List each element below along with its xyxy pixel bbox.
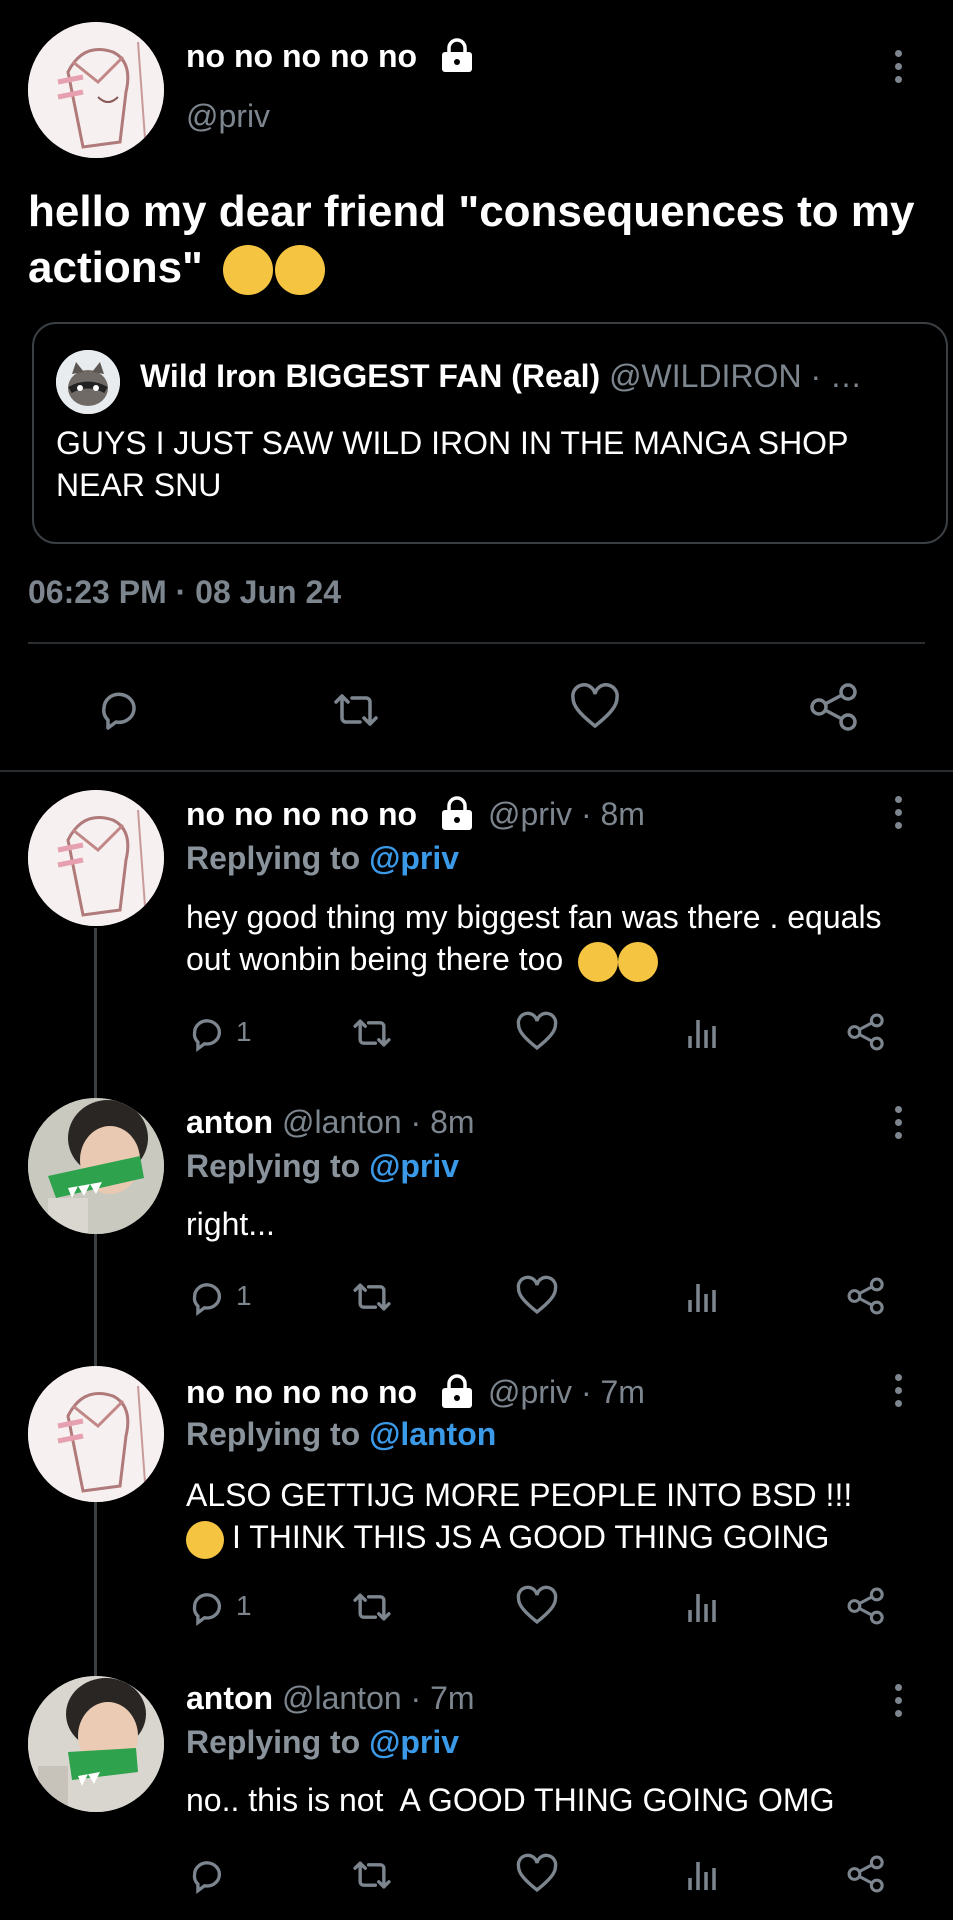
- eye-roll-emoji: [215, 243, 326, 296]
- sketch-character-avatar-icon: [28, 1366, 164, 1502]
- reply-display-name[interactable]: no no no no no: [186, 796, 417, 832]
- person-crocodile-avatar-icon: [28, 1676, 164, 1812]
- share-icon[interactable]: [808, 682, 860, 732]
- thread-line: [94, 928, 97, 1676]
- main-tweet-text: hello my dear friend "consequences to my…: [28, 184, 928, 296]
- share-icon[interactable]: [846, 1012, 886, 1052]
- views-icon[interactable]: [686, 1278, 718, 1314]
- more-options-icon[interactable]: [893, 1106, 903, 1139]
- lock-icon: [442, 38, 472, 72]
- lock-icon: [442, 1374, 472, 1408]
- quoted-handle[interactable]: @WILDIRON: [609, 358, 801, 394]
- reply-text: hey good thing my biggest fan was there …: [186, 896, 906, 982]
- reply-display-name[interactable]: anton: [186, 1104, 273, 1140]
- reply-handle-time[interactable]: @priv · 8m: [488, 796, 645, 833]
- share-icon[interactable]: [846, 1854, 886, 1894]
- reply-icon[interactable]: [188, 1856, 226, 1894]
- like-icon[interactable]: [516, 1011, 558, 1052]
- reply-header: anton @lanton · 7m: [186, 1680, 475, 1717]
- reply-count: 1: [236, 1016, 252, 1047]
- like-icon[interactable]: [516, 1275, 558, 1316]
- quoted-avatar: [56, 350, 120, 414]
- share-icon[interactable]: [846, 1276, 886, 1316]
- replying-to: Replying to @priv: [186, 840, 459, 876]
- lock-icon: [442, 796, 472, 830]
- retweet-icon[interactable]: [350, 1588, 394, 1626]
- person-crocodile-avatar-icon: [28, 1098, 164, 1234]
- more-options-icon[interactable]: [893, 50, 903, 83]
- reply-handle-time[interactable]: @priv · 7m: [488, 1374, 645, 1411]
- main-display-name[interactable]: no no no no no: [186, 38, 417, 75]
- reply-avatar[interactable]: [28, 790, 164, 926]
- quoted-display-name[interactable]: Wild Iron BIGGEST FAN (Real): [140, 358, 600, 394]
- sketch-character-avatar-icon: [28, 790, 164, 926]
- raccoon-avatar-icon: [56, 350, 120, 414]
- like-icon[interactable]: [516, 1585, 558, 1626]
- reply-icon[interactable]: [188, 1278, 226, 1316]
- replying-handle-link[interactable]: @priv: [369, 840, 459, 876]
- retweet-icon[interactable]: [350, 1014, 394, 1052]
- replying-to: Replying to @lanton: [186, 1416, 497, 1452]
- zany-face-emoji: [572, 941, 659, 982]
- retweet-icon[interactable]: [330, 688, 382, 732]
- quoted-tweet-card[interactable]: Wild Iron BIGGEST FAN (Real) @WILDIRON ·…: [32, 322, 948, 544]
- views-icon[interactable]: [686, 1014, 718, 1050]
- reply-display-name[interactable]: no no no no no: [186, 1374, 417, 1410]
- section-divider: [0, 770, 953, 772]
- reply-avatar[interactable]: [28, 1366, 164, 1502]
- sketch-character-avatar-icon: [28, 22, 164, 158]
- replying-handle-link[interactable]: @lanton: [369, 1416, 496, 1452]
- reply-handle-time[interactable]: @lanton · 7m: [282, 1680, 475, 1716]
- replying-to: Replying to @priv: [186, 1148, 459, 1184]
- share-icon[interactable]: [846, 1586, 886, 1626]
- reply-avatar[interactable]: [28, 1098, 164, 1234]
- more-options-icon[interactable]: [893, 1374, 903, 1407]
- more-options-icon[interactable]: [893, 796, 903, 829]
- main-timestamp[interactable]: 06:23 PM · 08 Jun 24: [28, 574, 341, 611]
- reply-count: 1: [236, 1280, 252, 1311]
- more-options-icon[interactable]: [893, 1684, 903, 1717]
- divider: [28, 642, 925, 644]
- views-icon[interactable]: [686, 1856, 718, 1892]
- reply-handle-time[interactable]: @lanton · 8m: [282, 1104, 475, 1140]
- reply-avatar[interactable]: [28, 1676, 164, 1812]
- party-face-emoji: [186, 1519, 232, 1559]
- reply-header: no no no no no: [186, 796, 417, 833]
- reply-icon[interactable]: [188, 1014, 226, 1052]
- quoted-separator: · …: [810, 358, 862, 394]
- like-icon[interactable]: [516, 1853, 558, 1894]
- replying-handle-link[interactable]: @priv: [369, 1148, 459, 1184]
- reply-icon[interactable]: [96, 686, 142, 732]
- reply-text: no.. this is not A GOOD THING GOING OMG: [186, 1782, 835, 1818]
- main-handle[interactable]: @priv: [186, 98, 270, 135]
- quoted-text: GUYS I JUST SAW WILD IRON IN THE MANGA S…: [56, 425, 848, 503]
- reply-header: anton @lanton · 8m: [186, 1104, 475, 1141]
- main-avatar[interactable]: [28, 22, 164, 158]
- replying-to: Replying to @priv: [186, 1724, 459, 1760]
- reply-text: right...: [186, 1206, 275, 1242]
- views-icon[interactable]: [686, 1588, 718, 1624]
- reply-icon[interactable]: [188, 1588, 226, 1626]
- retweet-icon[interactable]: [350, 1278, 394, 1316]
- like-icon[interactable]: [570, 683, 620, 730]
- retweet-icon[interactable]: [350, 1856, 394, 1894]
- reply-header: no no no no no: [186, 1374, 417, 1411]
- reply-text: ALSO GETTIJG MORE PEOPLE INTO BSD !!! I …: [186, 1474, 926, 1559]
- replying-handle-link[interactable]: @priv: [369, 1724, 459, 1760]
- reply-display-name[interactable]: anton: [186, 1680, 273, 1716]
- reply-count: 1: [236, 1590, 252, 1621]
